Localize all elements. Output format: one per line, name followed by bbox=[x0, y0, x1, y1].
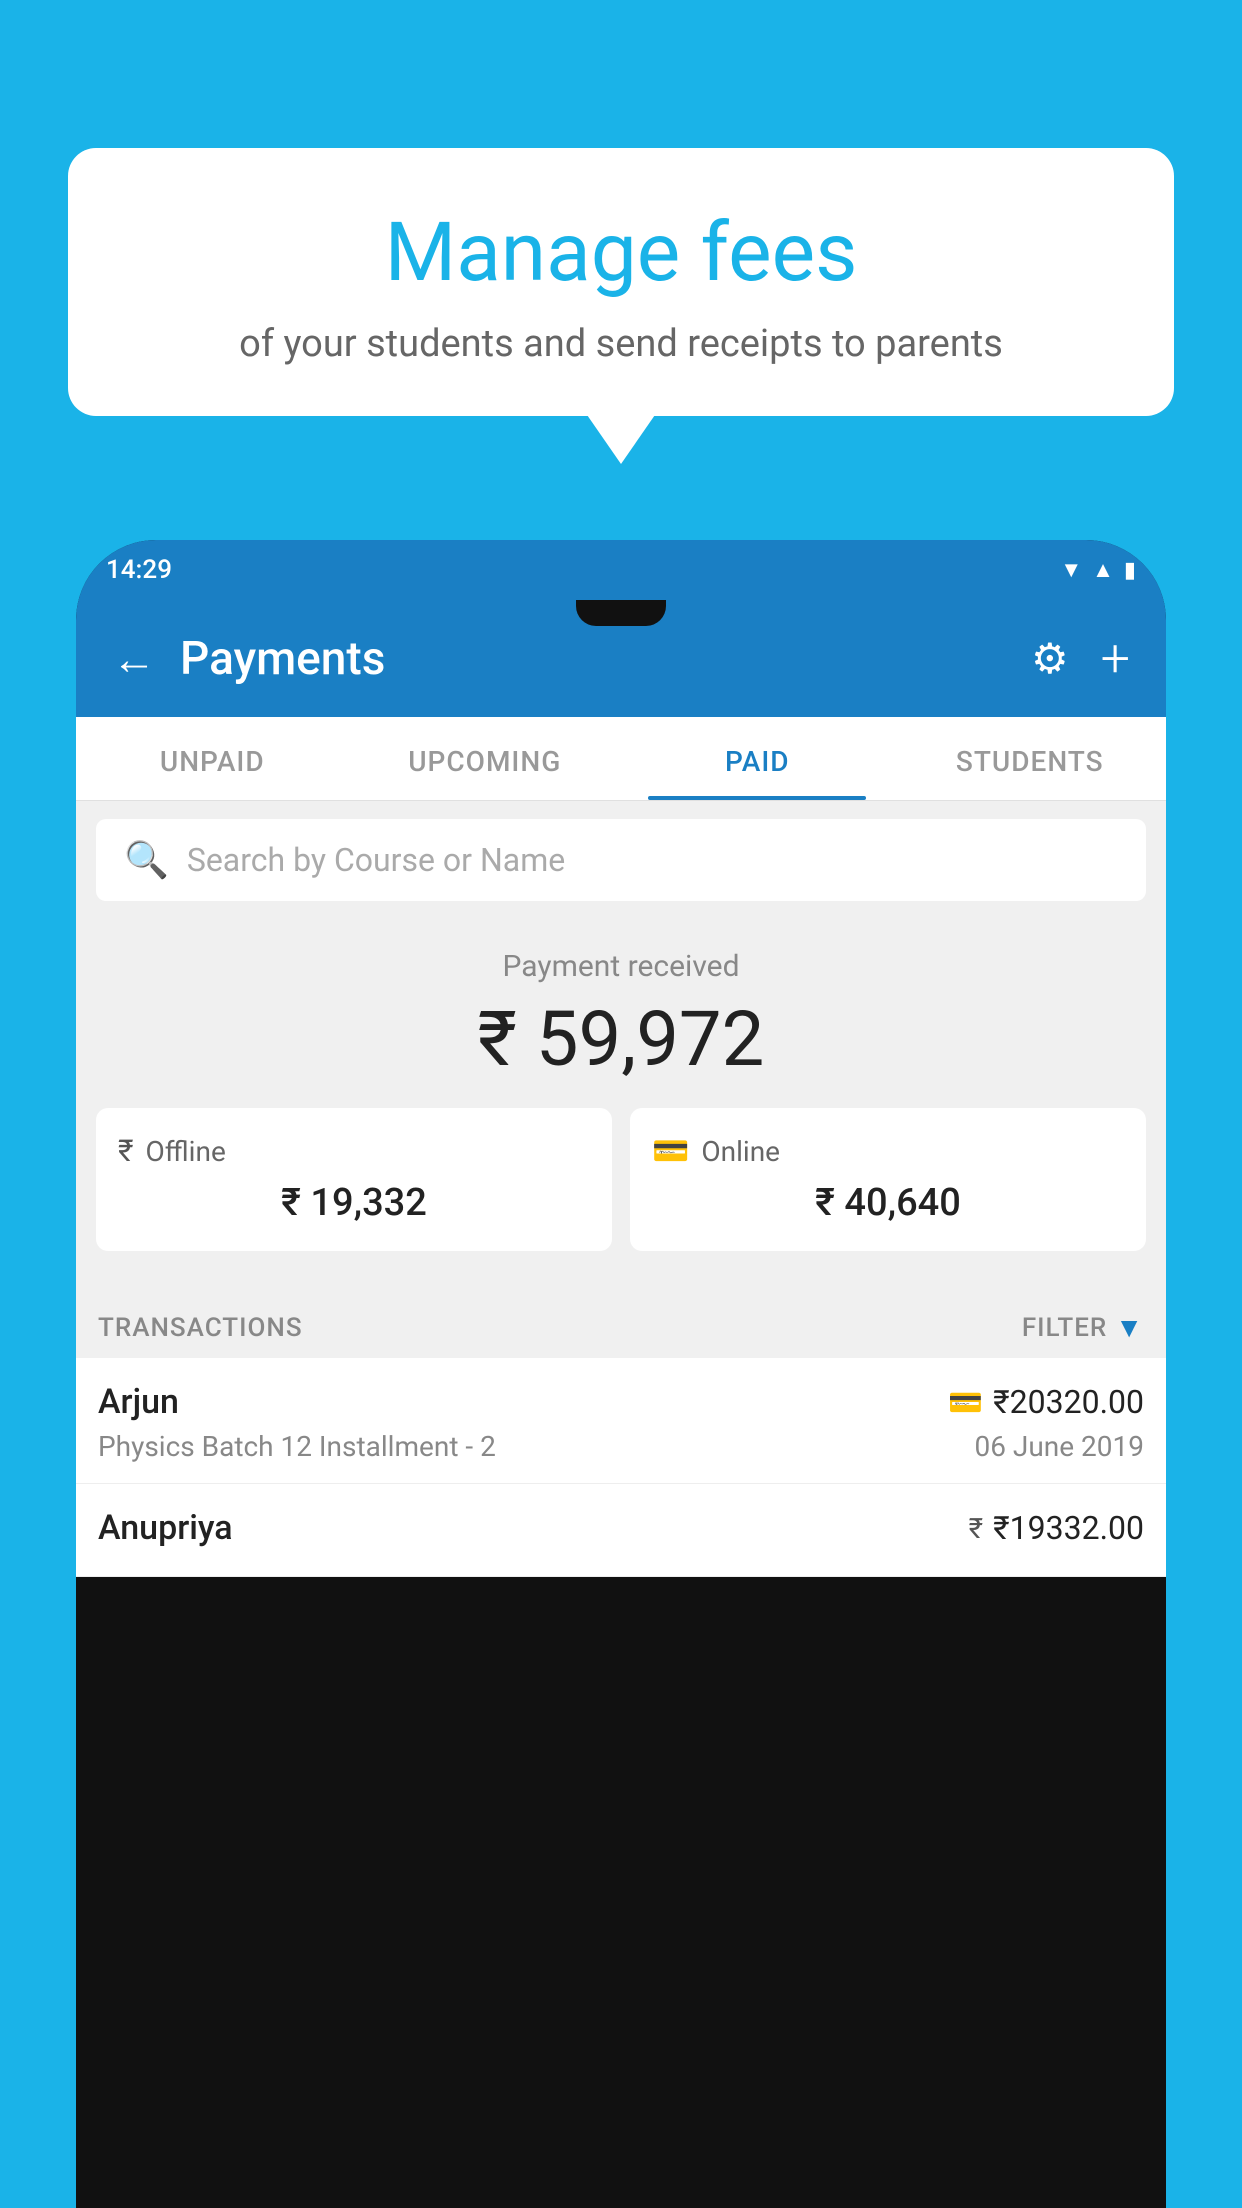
tab-paid[interactable]: PAID bbox=[621, 717, 894, 800]
filter-button[interactable]: FILTER ▼ bbox=[1022, 1311, 1144, 1344]
phone-notch bbox=[576, 600, 666, 626]
header-right: ⚙ + bbox=[1031, 628, 1130, 689]
battery-icon: ▮ bbox=[1124, 558, 1136, 583]
offline-label: ₹ Offline bbox=[118, 1134, 590, 1169]
phone-body: 🔍 Search by Course or Name Payment recei… bbox=[76, 801, 1166, 1577]
status-icons: ▼ ▲ ▮ bbox=[1060, 557, 1136, 583]
transaction-top: Anupriya ₹ ₹19332.00 bbox=[98, 1508, 1144, 1548]
filter-icon: ▼ bbox=[1115, 1311, 1144, 1344]
payment-received-label: Payment received bbox=[76, 949, 1166, 984]
transaction-amount-wrap: ₹ ₹19332.00 bbox=[969, 1509, 1144, 1547]
search-bar[interactable]: 🔍 Search by Course or Name bbox=[96, 819, 1146, 901]
payment-summary: Payment received ₹ 59,972 ₹ Offline ₹ 19… bbox=[76, 919, 1166, 1295]
offline-payment-card: ₹ Offline ₹ 19,332 bbox=[96, 1108, 612, 1251]
offline-icon: ₹ bbox=[118, 1134, 134, 1169]
speech-bubble-subtitle: of your students and send receipts to pa… bbox=[108, 322, 1134, 366]
status-time: 14:29 bbox=[106, 555, 172, 585]
online-payment-icon: 💳 bbox=[948, 1386, 983, 1419]
tab-upcoming[interactable]: UPCOMING bbox=[349, 717, 622, 800]
settings-button[interactable]: ⚙ bbox=[1031, 634, 1069, 684]
speech-bubble-title: Manage fees bbox=[108, 208, 1134, 298]
payment-total-amount: ₹ 59,972 bbox=[76, 994, 1166, 1084]
transaction-amount: ₹19332.00 bbox=[993, 1509, 1144, 1547]
online-icon: 💳 bbox=[652, 1134, 689, 1169]
transaction-date: 06 June 2019 bbox=[974, 1430, 1144, 1463]
transaction-amount: ₹20320.00 bbox=[993, 1383, 1144, 1421]
transaction-name: Anupriya bbox=[98, 1508, 233, 1548]
transactions-label: TRANSACTIONS bbox=[98, 1313, 303, 1343]
transaction-bottom: Physics Batch 12 Installment - 2 06 June… bbox=[98, 1430, 1144, 1463]
search-icon: 🔍 bbox=[124, 839, 169, 881]
online-label: 💳 Online bbox=[652, 1134, 1124, 1169]
transaction-top: Arjun 💳 ₹20320.00 bbox=[98, 1382, 1144, 1422]
wifi-icon: ▼ bbox=[1060, 557, 1082, 583]
add-button[interactable]: + bbox=[1101, 628, 1130, 689]
tab-students[interactable]: STUDENTS bbox=[894, 717, 1167, 800]
transaction-name: Arjun bbox=[98, 1382, 179, 1422]
tab-unpaid[interactable]: UNPAID bbox=[76, 717, 349, 800]
signal-icon: ▲ bbox=[1092, 557, 1114, 583]
transaction-course: Physics Batch 12 Installment - 2 bbox=[98, 1430, 496, 1463]
transaction-row[interactable]: Arjun 💳 ₹20320.00 Physics Batch 12 Insta… bbox=[76, 1358, 1166, 1484]
header-left: ← Payments bbox=[112, 632, 385, 686]
transaction-row[interactable]: Anupriya ₹ ₹19332.00 bbox=[76, 1484, 1166, 1577]
online-amount: ₹ 40,640 bbox=[652, 1181, 1124, 1225]
offline-amount: ₹ 19,332 bbox=[118, 1181, 590, 1225]
offline-payment-icon: ₹ bbox=[969, 1512, 983, 1545]
online-payment-card: 💳 Online ₹ 40,640 bbox=[630, 1108, 1146, 1251]
search-input[interactable]: Search by Course or Name bbox=[187, 841, 565, 879]
phone-frame: 14:29 ▼ ▲ ▮ ← Payments ⚙ + UNPAID UPCOMI… bbox=[76, 540, 1166, 2208]
payment-cards: ₹ Offline ₹ 19,332 💳 Online ₹ 40,640 bbox=[76, 1108, 1166, 1275]
status-bar: 14:29 ▼ ▲ ▮ bbox=[76, 540, 1166, 600]
tabs-bar: UNPAID UPCOMING PAID STUDENTS bbox=[76, 717, 1166, 801]
transaction-amount-wrap: 💳 ₹20320.00 bbox=[948, 1383, 1144, 1421]
back-button[interactable]: ← bbox=[112, 633, 156, 685]
header-title: Payments bbox=[180, 632, 385, 686]
speech-bubble-card: Manage fees of your students and send re… bbox=[68, 148, 1174, 416]
transactions-header: TRANSACTIONS FILTER ▼ bbox=[76, 1295, 1166, 1358]
